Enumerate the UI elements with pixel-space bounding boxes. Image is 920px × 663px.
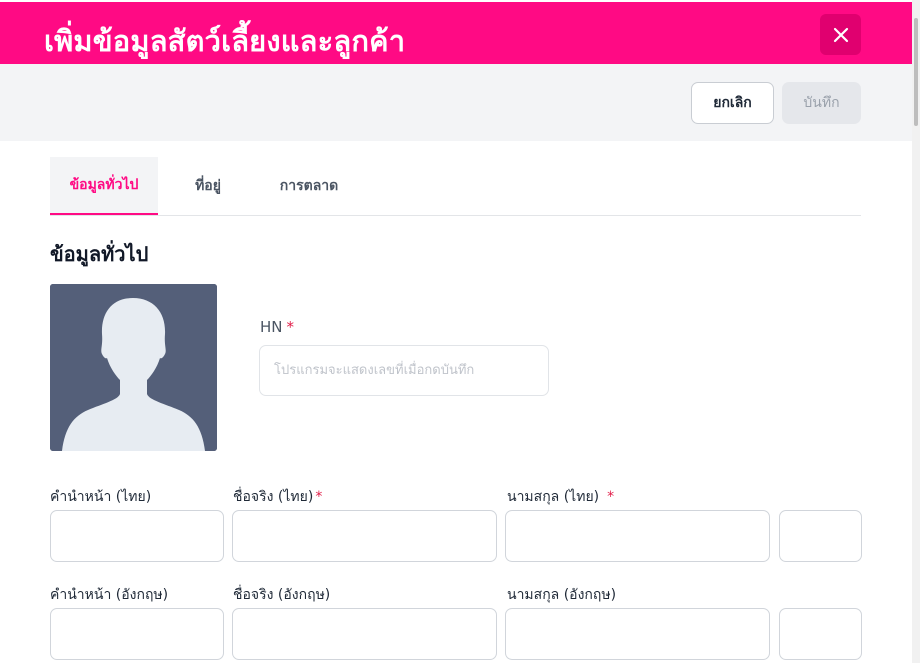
tab-general[interactable]: ข้อมูลทั่วไป	[50, 157, 158, 215]
required-mark: *	[286, 318, 295, 336]
tab-marketing[interactable]: การตลาด	[266, 157, 352, 215]
tab-address[interactable]: ที่อยู่	[178, 157, 238, 215]
tab-bar: ข้อมูลทั่วไป ที่อยู่ การตลาด	[50, 157, 861, 216]
modal-title: เพิ่มข้อมูลสัตว์เลี้ยงและลูกค้า	[44, 24, 406, 58]
extra-en-input[interactable]	[779, 608, 862, 660]
prefix-en-label: คำนำหน้า (อังกฤษ)	[50, 587, 169, 603]
lastname-en-label: นามสกุล (อังกฤษ)	[507, 587, 617, 603]
close-icon	[833, 27, 848, 42]
firstname-en-input[interactable]	[232, 608, 497, 660]
firstname-th-input[interactable]	[232, 510, 497, 562]
modal-header: เพิ่มข้อมูลสัตว์เลี้ยงและลูกค้า	[0, 2, 912, 64]
avatar[interactable]	[50, 284, 217, 451]
save-button[interactable]: บันทึก	[782, 82, 861, 124]
person-silhouette-icon	[50, 284, 217, 451]
prefix-th-label: คำนำหน้า (ไทย)	[50, 489, 152, 505]
extra-th-input[interactable]	[779, 510, 862, 562]
cancel-button[interactable]: ยกเลิก	[691, 82, 774, 124]
scrollbar-thumb[interactable]	[914, 18, 918, 126]
lastname-th-label: นามสกุล (ไทย) *	[507, 489, 615, 505]
required-mark: *	[607, 489, 615, 505]
firstname-en-label: ชื่อจริง (อังกฤษ)	[233, 587, 331, 603]
required-mark: *	[315, 489, 323, 505]
hn-label: HN *	[260, 318, 294, 336]
firstname-th-label: ชื่อจริง (ไทย) *	[233, 489, 323, 505]
close-button[interactable]	[820, 14, 861, 55]
prefix-th-input[interactable]	[50, 510, 224, 562]
hn-input[interactable]	[259, 345, 549, 396]
lastname-th-input[interactable]	[505, 510, 770, 562]
prefix-en-input[interactable]	[50, 608, 224, 660]
lastname-en-input[interactable]	[505, 608, 770, 660]
action-bar: ยกเลิก บันทึก	[0, 64, 912, 141]
section-title: ข้อมูลทั่วไป	[50, 242, 149, 266]
